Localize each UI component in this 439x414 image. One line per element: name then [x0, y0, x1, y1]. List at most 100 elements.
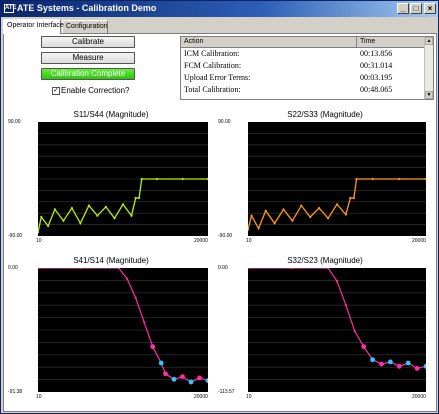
- data-point: [398, 177, 401, 181]
- chart-panel: S41/S14 (Magnitude) 0.00 -91.38 10 20000: [8, 254, 214, 404]
- table-row-action: Total Calibration:: [184, 85, 241, 94]
- data-point: [53, 208, 56, 211]
- calibrate-button[interactable]: Calibrate: [41, 36, 135, 48]
- x-axis-min-label: 10: [36, 238, 42, 244]
- scroll-up-arrow-icon[interactable]: ▲: [425, 37, 433, 45]
- y-axis-max-label: 0.00: [8, 265, 18, 271]
- data-point: [70, 207, 73, 210]
- data-point: [188, 379, 194, 385]
- x-axis-max-label: 20000: [194, 238, 208, 244]
- data-point: [155, 177, 159, 181]
- chart-panel: S22/S33 (Magnitude) 90.00 -90.00 10 20000: [218, 108, 432, 248]
- data-point: [171, 376, 177, 382]
- data-point: [344, 304, 347, 307]
- data-point: [130, 214, 133, 217]
- app-icon: ATE: [4, 4, 17, 13]
- x-axis-max-label: 20000: [412, 394, 426, 400]
- table-row-time: 00:13.856: [360, 49, 393, 58]
- data-point: [349, 196, 352, 200]
- data-point: [300, 204, 303, 207]
- data-point: [309, 215, 312, 219]
- data-point: [257, 227, 260, 230]
- close-button[interactable]: ×: [424, 3, 436, 14]
- window-title: ATE Systems - Calibration Demo: [17, 3, 157, 13]
- data-point: [181, 177, 184, 181]
- plot-area: [38, 122, 208, 236]
- y-axis-max-label: 90.00: [218, 119, 231, 125]
- x-axis-max-label: 20000: [194, 394, 208, 400]
- data-point: [96, 214, 99, 217]
- data-point: [388, 359, 393, 365]
- data-point: [134, 196, 137, 200]
- data-point: [250, 214, 253, 217]
- data-point: [355, 177, 358, 181]
- data-point: [40, 215, 43, 219]
- x-axis-min-label: 10: [36, 394, 42, 400]
- y-axis-max-label: 90.00: [8, 119, 21, 125]
- data-point: [344, 213, 347, 216]
- x-axis-max-label: 20000: [412, 238, 426, 244]
- data-point: [318, 207, 321, 210]
- data-point: [180, 374, 185, 379]
- tab-configuration[interactable]: Configuration: [62, 20, 108, 33]
- plot-area: [248, 268, 426, 392]
- data-point: [138, 196, 141, 200]
- table-scrollbar[interactable]: ▲ ▼: [424, 37, 433, 99]
- data-point: [197, 375, 202, 381]
- table-row-action: ICM Calibration:: [184, 49, 240, 58]
- data-point: [361, 344, 367, 349]
- data-point: [158, 360, 164, 366]
- data-point: [87, 204, 90, 207]
- data-point: [291, 219, 294, 222]
- data-point: [264, 209, 267, 212]
- y-axis-min-label: -113.57: [218, 389, 235, 395]
- enable-correction-checkbox[interactable]: ✓: [52, 87, 60, 95]
- column-header-action[interactable]: Action: [181, 37, 357, 48]
- data-point: [134, 296, 137, 299]
- data-point: [143, 321, 146, 324]
- data-point: [104, 205, 107, 208]
- chart-title: S22/S33 (Magnitude): [287, 110, 363, 119]
- chart-title: S11/S44 (Magnitude): [73, 110, 149, 119]
- data-point: [396, 363, 402, 369]
- chart-title: S41/S14 (Magnitude): [73, 256, 149, 265]
- table-row-time: 00:31.014: [360, 61, 393, 70]
- chart-panel: S32/S23 (Magnitude) 0.00 -113.57 10 20000: [218, 254, 432, 404]
- data-point: [282, 208, 285, 211]
- data-point: [353, 330, 356, 333]
- data-point: [414, 366, 420, 371]
- data-point: [335, 280, 339, 283]
- scroll-down-arrow-icon[interactable]: ▼: [425, 91, 433, 99]
- data-point: [126, 277, 129, 280]
- table-row-time: 00:03.195: [360, 73, 393, 82]
- plot-area: [38, 268, 208, 392]
- data-point: [273, 222, 276, 225]
- timing-table: Action Time ICM Calibration: 00:13.856 F…: [180, 36, 434, 100]
- data-point: [379, 361, 384, 367]
- y-axis-max-label: 0.00: [218, 265, 228, 271]
- x-axis-min-label: 10: [246, 394, 252, 400]
- data-point: [140, 177, 143, 181]
- tab-operator-interface[interactable]: Operator Interface: [3, 19, 64, 34]
- y-axis-min-label: -91.38: [8, 389, 23, 395]
- minimize-button[interactable]: _: [397, 3, 409, 14]
- enable-correction-label: Enable Correction?: [61, 86, 130, 95]
- title-bar[interactable]: ATE ATE Systems - Calibration Demo _ □ ×: [1, 1, 438, 17]
- maximize-button[interactable]: □: [410, 3, 422, 14]
- data-point: [62, 219, 65, 222]
- data-point: [327, 217, 330, 220]
- data-point: [47, 224, 50, 227]
- table-row-time: 00:48.065: [360, 85, 393, 94]
- data-point: [371, 177, 374, 181]
- column-header-time[interactable]: Time: [357, 37, 425, 48]
- table-row-action: Upload Error Terms:: [184, 73, 251, 82]
- calibration-status-indicator: Calibration Complete: [41, 68, 135, 80]
- y-axis-min-label: -90.00: [8, 233, 23, 239]
- data-point: [352, 196, 355, 200]
- app-window: ATE ATE Systems - Calibration Demo _ □ ×…: [0, 0, 439, 414]
- x-axis-min-label: 10: [246, 238, 252, 244]
- operator-interface-panel: Calibrate Measure Calibration Complete ✓…: [3, 33, 437, 412]
- measure-button[interactable]: Measure: [41, 52, 135, 64]
- data-point: [163, 371, 168, 377]
- data-point: [335, 203, 339, 206]
